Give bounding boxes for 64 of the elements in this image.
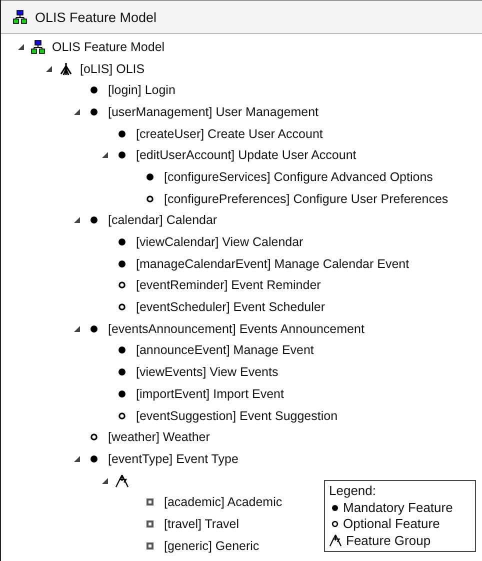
window-title: OLIS Feature Model [35, 10, 157, 24]
filled-dot-icon [90, 454, 98, 463]
filled-dot-icon [90, 108, 98, 116]
hollow-dot-icon [146, 194, 154, 203]
collapse-arrow-icon[interactable] [74, 456, 80, 462]
hollow-dot-icon [118, 281, 126, 290]
filled-dot-icon [146, 172, 154, 181]
tree-item[interactable]: [login] Login [108, 83, 176, 98]
tree-item[interactable]: [weather] Weather [108, 430, 210, 444]
collapse-arrow-icon[interactable] [18, 44, 24, 50]
hollow-dot-icon [90, 433, 98, 442]
tree-item[interactable]: [configurePreferences] Configure User Preferences [164, 192, 448, 206]
tree-item[interactable]: [eventType] Event Type [108, 452, 238, 466]
square-icon [146, 498, 154, 506]
collapse-arrow-icon[interactable] [74, 326, 80, 332]
tree-item[interactable]: [eventReminder] Event Reminder [136, 278, 321, 292]
tree-item[interactable]: [configureServices] Configure Advanced Options [164, 170, 433, 184]
filled-dot-icon [118, 368, 126, 376]
collapse-arrow-icon[interactable] [74, 217, 80, 224]
square-icon [146, 520, 154, 528]
collapse-arrow-icon[interactable] [74, 108, 80, 115]
filled-dot-icon [118, 130, 126, 138]
network-icon [13, 10, 27, 24]
tree-item[interactable]: OLIS Feature Model [52, 40, 165, 54]
legend-label: Feature Group [346, 532, 431, 549]
tree-item[interactable]: [createUser] Create User Account [136, 126, 323, 141]
collapse-arrow-icon[interactable] [102, 478, 108, 484]
fork-icon [329, 534, 342, 548]
fork-icon [115, 474, 129, 488]
tree-item[interactable]: [importEvent] Import Event [136, 386, 284, 401]
tree-item[interactable]: [eventsAnnouncement] Events Announcement [108, 322, 364, 336]
filled-dot-icon [118, 238, 126, 246]
legend-label: Optional Feature [343, 516, 440, 532]
filled-dot-icon [118, 260, 126, 268]
tree-item[interactable]: [academic] Academic [164, 495, 282, 510]
filled-dot-icon [90, 324, 98, 333]
filled-dot-icon [118, 151, 126, 160]
tree-icon [59, 62, 73, 76]
network-icon [31, 40, 45, 54]
tree-item[interactable]: [announceEvent] Manage Event [136, 343, 314, 358]
tree-item[interactable]: [calendar] Calendar [108, 213, 218, 228]
filled-dot-icon [118, 346, 126, 354]
collapse-arrow-icon[interactable] [102, 152, 108, 158]
tree-item[interactable]: [generic] Generic [164, 538, 260, 553]
tree-item[interactable]: [travel] Travel [164, 516, 240, 531]
tree-item[interactable]: [eventSuggestion] Event Suggestion [136, 408, 338, 423]
legend-title: Legend: [329, 483, 376, 498]
hollow-dot-icon [331, 520, 339, 528]
filled-dot-icon [331, 504, 339, 512]
tree-item[interactable]: [manageCalendarEvent] Manage Calendar Event [136, 256, 410, 271]
hollow-dot-icon [118, 303, 126, 312]
collapse-arrow-icon[interactable] [46, 66, 52, 72]
filled-dot-icon [90, 216, 98, 224]
tree-item[interactable]: [eventScheduler] Event Scheduler [136, 300, 326, 314]
hollow-dot-icon [118, 412, 126, 420]
filled-dot-icon [118, 390, 126, 398]
tree-item[interactable]: [editUserAccount] Update User Account [136, 148, 356, 162]
tree-item[interactable]: [viewCalendar] View Calendar [136, 235, 304, 250]
tree-item[interactable]: [viewEvents] View Events [136, 365, 278, 380]
legend-label: Mandatory Feature [343, 500, 453, 516]
square-icon [146, 542, 154, 550]
filled-dot-icon [90, 86, 98, 94]
tree-item[interactable]: [oLIS] OLIS [80, 62, 145, 76]
tree-item[interactable]: [userManagement] User Management [108, 104, 319, 119]
